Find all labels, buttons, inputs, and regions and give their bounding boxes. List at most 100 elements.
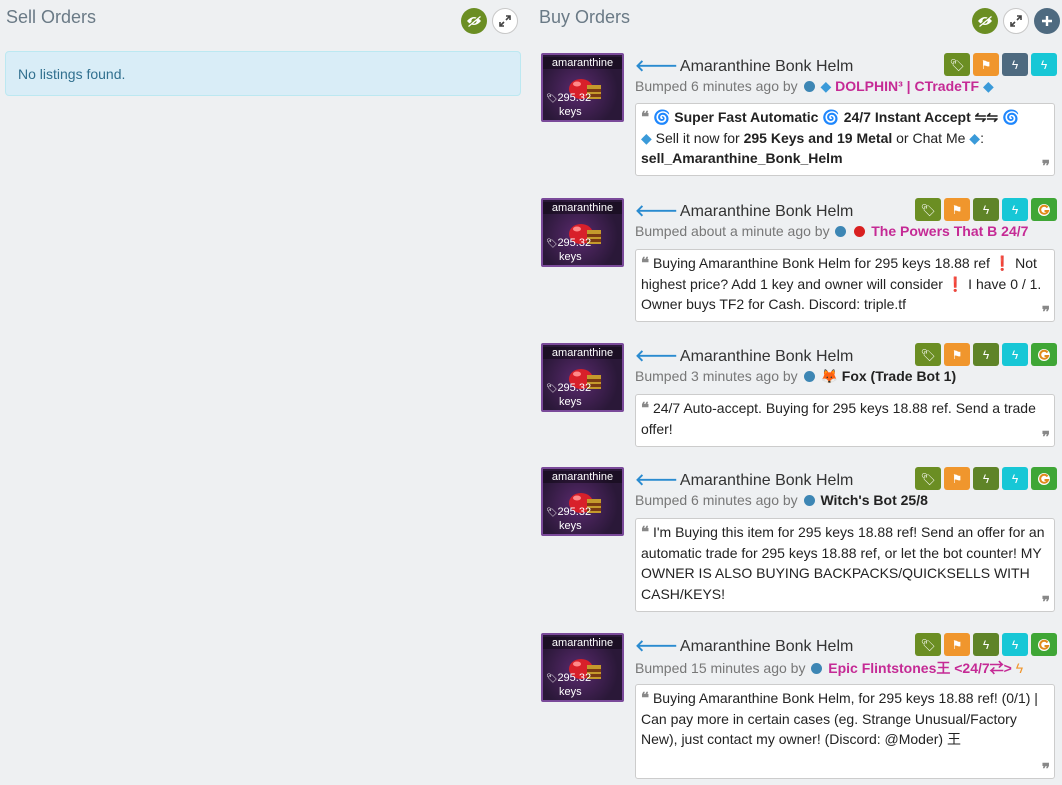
lightning-button[interactable]: ϟ — [973, 633, 999, 656]
diamond-icon: ◆ — [982, 78, 994, 94]
lightning-icon: ϟ — [982, 347, 990, 362]
listing-item: amaranthine 🏷295.32 keys 🡐 Amaranthine Bo… — [541, 467, 1057, 614]
instant-trade-button[interactable]: ϟ — [1002, 198, 1028, 221]
red-circle-icon — [854, 226, 866, 237]
lightning-icon: ϟ — [1011, 471, 1019, 486]
report-button[interactable]: ⚑ — [973, 53, 999, 76]
item-thumb-name: amaranthine — [543, 57, 622, 69]
lightning-button[interactable]: ϟ — [973, 198, 999, 221]
message-text: Buying Amaranthine Bonk Helm for 295 key… — [641, 255, 1042, 312]
listing-title-link[interactable]: 🡐 Amaranthine Bonk Helm — [635, 345, 853, 366]
sell-expand-button[interactable] — [492, 8, 518, 34]
tag-button[interactable]: 🏷 — [944, 53, 970, 76]
user-link[interactable]: Epic Flintstones王 <24/7⇄> — [828, 660, 1012, 676]
item-thumbnail[interactable]: amaranthine 🏷295.32 keys — [541, 467, 624, 536]
instant-trade-button[interactable]: ϟ — [1002, 343, 1028, 366]
lightning-icon: ϟ — [982, 471, 990, 486]
listing-title-link[interactable]: 🡐 Amaranthine Bonk Helm — [635, 635, 853, 656]
message-text: or Chat Me — [896, 129, 966, 146]
tag-button[interactable]: 🏷 — [915, 467, 941, 490]
tag-button[interactable]: 🏷 — [915, 633, 941, 656]
message-text: 24/7 Auto-accept. Buying for 295 keys 18… — [641, 400, 1036, 437]
eye-icon — [978, 15, 992, 27]
user-link[interactable]: Fox (Trade Bot 1) — [842, 368, 956, 384]
item-thumbnail[interactable]: amaranthine 🏷295.32 keys — [541, 633, 624, 702]
buy-toggle-visibility-button[interactable] — [972, 8, 998, 34]
item-thumb-unit: keys — [559, 106, 582, 118]
item-thumbnail[interactable]: amaranthine 🏷295.32 keys — [541, 198, 624, 267]
listing-actions: 🏷 ⚑ ϟ ϟ — [915, 198, 1057, 221]
lightning-icon: ϟ — [1011, 637, 1019, 652]
fox-icon: 🦊 — [820, 368, 838, 384]
lightning-icon: ϟ — [1011, 347, 1019, 362]
listing-title: Amaranthine Bonk Helm — [679, 472, 854, 489]
bumped-text: Bumped 6 minutes ago by — [635, 492, 798, 508]
item-thumb-price: 295.32 — [557, 92, 592, 104]
diamond-icon: ◆ — [969, 129, 981, 146]
listing-message: ❝ Buying Amaranthine Bonk Helm for 295 k… — [635, 249, 1055, 322]
listing-title-link[interactable]: 🡐 Amaranthine Bonk Helm — [635, 55, 853, 76]
user-link[interactable]: Witch's Bot 25/8 — [820, 492, 927, 508]
listing-title: Amaranthine Bonk Helm — [679, 203, 854, 220]
buy-orders-header: Buy Orders — [535, 0, 1062, 36]
bumped-text: Bumped 3 minutes ago by — [635, 368, 798, 384]
gpr-icon — [1038, 348, 1050, 361]
cyclone-icon: 🌀 — [822, 109, 840, 125]
price-tag-icon: 🏷 — [546, 673, 558, 683]
instant-trade-button[interactable]: ϟ — [1002, 633, 1028, 656]
sell-orders-title: Sell Orders — [6, 7, 97, 27]
item-thumb-unit: keys — [559, 520, 582, 532]
user-link[interactable]: DOLPHIN³ | CTradeTF — [835, 78, 979, 94]
online-status-icon — [803, 81, 815, 92]
add-buy-order-button[interactable] — [1034, 8, 1060, 34]
lightning-button[interactable]: ϟ — [1002, 53, 1028, 76]
gpr-button[interactable] — [1031, 633, 1057, 656]
instant-trade-button[interactable]: ϟ — [1002, 467, 1028, 490]
quote-close-icon: ❞ — [1041, 303, 1050, 321]
report-button[interactable]: ⚑ — [944, 343, 970, 366]
listing-item: amaranthine 🏷295.32 keys 🡐 Amaranthine Bo… — [541, 198, 1057, 324]
item-thumb-price: 295.32 — [557, 506, 592, 518]
sell-toggle-visibility-button[interactable] — [461, 8, 487, 34]
item-thumbnail[interactable]: amaranthine 🏷295.32 keys — [541, 53, 624, 122]
bumped-info: Bumped 6 minutes ago by Witch's Bot 25/8 — [635, 492, 928, 508]
expand-icon — [1010, 15, 1022, 27]
listing-title-link[interactable]: 🡐 Amaranthine Bonk Helm — [635, 200, 853, 221]
price-tag-icon: 🏷 — [546, 238, 558, 248]
tag-button[interactable]: 🏷 — [915, 343, 941, 366]
quote-open-icon: ❝ — [641, 689, 650, 707]
bumped-info: Bumped 15 minutes ago by Epic Flintstone… — [635, 658, 1023, 678]
listing-title: Amaranthine Bonk Helm — [679, 638, 854, 655]
listing-actions: 🏷 ⚑ ϟ ϟ — [915, 467, 1057, 490]
report-button[interactable]: ⚑ — [944, 467, 970, 490]
arrow-left-icon: 🡐 — [635, 348, 678, 365]
tag-button[interactable]: 🏷 — [915, 198, 941, 221]
message-text: Sell it now for — [655, 129, 740, 146]
gpr-button[interactable] — [1031, 467, 1057, 490]
online-status-icon — [803, 371, 815, 382]
gpr-button[interactable] — [1031, 343, 1057, 366]
listing-title: Amaranthine Bonk Helm — [679, 348, 854, 365]
buy-expand-button[interactable] — [1003, 8, 1029, 34]
listing-title-link[interactable]: 🡐 Amaranthine Bonk Helm — [635, 469, 853, 490]
user-link[interactable]: The Powers That B 24/7 — [871, 223, 1028, 239]
gpr-icon — [1038, 472, 1050, 485]
plus-icon — [1042, 16, 1052, 26]
gpr-button[interactable] — [1031, 198, 1057, 221]
gpr-icon — [1038, 638, 1050, 651]
quote-open-icon: ❝ — [641, 254, 650, 272]
report-button[interactable]: ⚑ — [944, 198, 970, 221]
item-thumbnail[interactable]: amaranthine 🏷295.32 keys — [541, 343, 624, 412]
message-text: Buying Amaranthine Bonk Helm, for 295 ke… — [641, 690, 1038, 747]
lightning-button[interactable]: ϟ — [973, 343, 999, 366]
price-tag-icon: 🏷 — [546, 93, 558, 103]
item-thumb-name: amaranthine — [543, 347, 622, 359]
listing-item: amaranthine 🏷295.32 keys 🡐 Amaranthine Bo… — [541, 343, 1057, 449]
lightning-button[interactable]: ϟ — [973, 467, 999, 490]
report-button[interactable]: ⚑ — [944, 633, 970, 656]
flag-icon: ⚑ — [951, 471, 963, 486]
diamond-icon: ◆ — [820, 78, 832, 94]
quote-open-icon: ❝ — [641, 523, 650, 541]
instant-trade-button[interactable]: ϟ — [1031, 53, 1057, 76]
lightning-icon: ϟ — [982, 637, 990, 652]
